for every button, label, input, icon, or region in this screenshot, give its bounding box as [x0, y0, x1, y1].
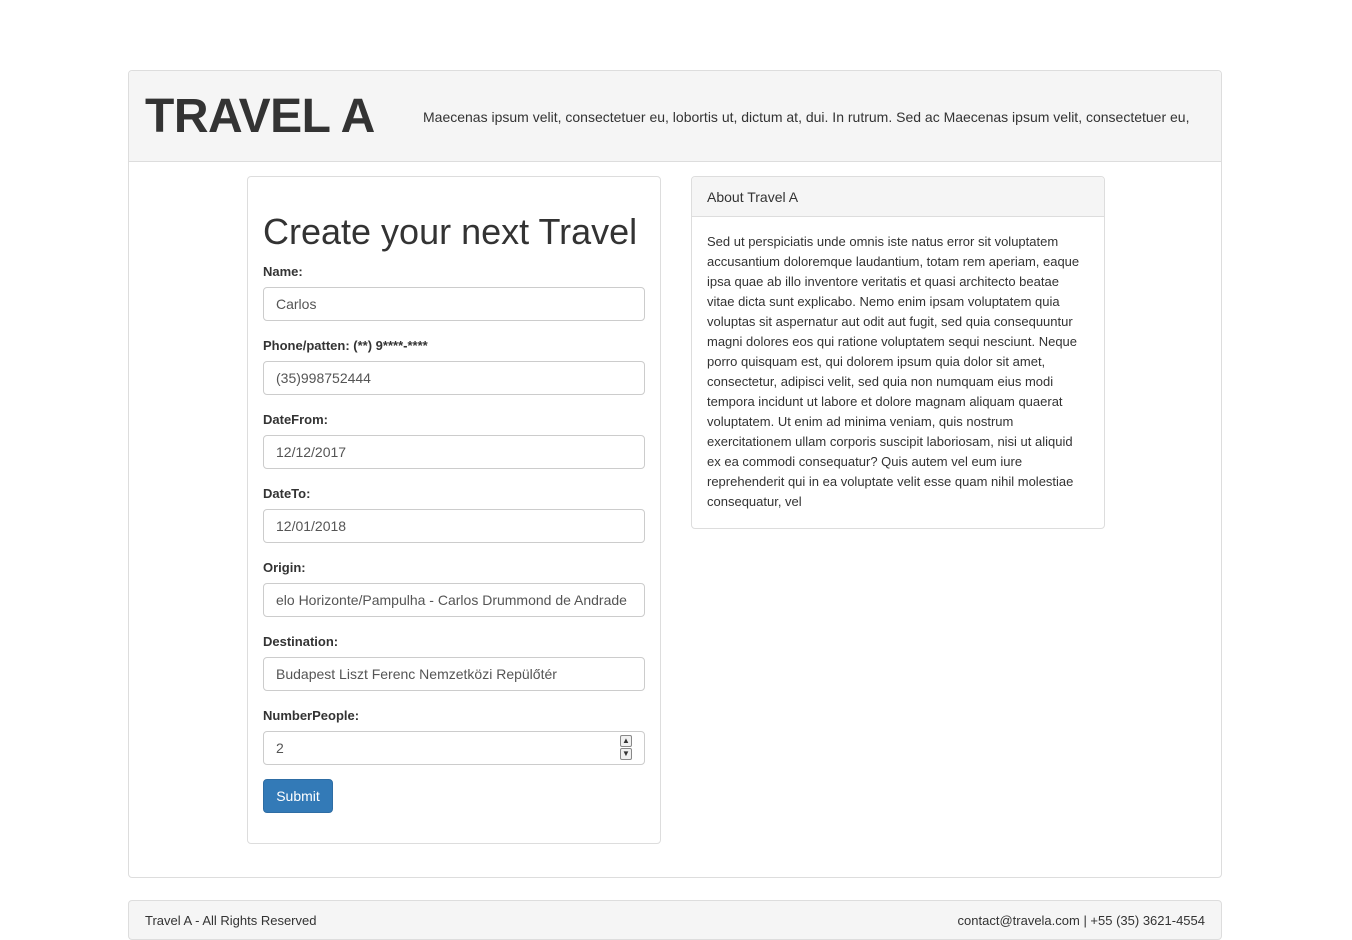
- date-to-label: DateTo:: [263, 486, 311, 501]
- number-people-field-group: NumberPeople: 2 ▲ ▼: [263, 707, 645, 765]
- number-people-value: 2: [276, 740, 284, 756]
- date-to-input[interactable]: 12/01/2018: [263, 509, 645, 543]
- footer-copyright: Travel A - All Rights Reserved: [145, 913, 317, 928]
- name-field-group: Name: Carlos: [263, 263, 645, 321]
- chevron-up-icon[interactable]: ▲: [620, 735, 632, 747]
- chevron-down-icon[interactable]: ▼: [620, 748, 632, 760]
- destination-label: Destination:: [263, 634, 339, 649]
- name-label: Name:: [263, 264, 303, 279]
- date-from-field-group: DateFrom: 12/12/2017: [263, 411, 645, 469]
- destination-field-group: Destination: Budapest Liszt Ferenc Nemze…: [263, 633, 645, 691]
- number-people-label: NumberPeople:: [263, 708, 360, 723]
- number-people-input[interactable]: 2 ▲ ▼: [263, 731, 645, 765]
- about-heading: About Travel A: [692, 177, 1104, 217]
- submit-button[interactable]: Submit: [263, 779, 333, 813]
- origin-input[interactable]: elo Horizonte/Pampulha - Carlos Drummond…: [263, 583, 645, 617]
- name-input[interactable]: Carlos: [263, 287, 645, 321]
- form-title: Create your next Travel: [263, 211, 638, 252]
- origin-label: Origin:: [263, 560, 306, 575]
- date-from-label: DateFrom:: [263, 412, 329, 427]
- number-spinner: ▲ ▼: [620, 735, 632, 761]
- phone-input[interactable]: (35)998752444: [263, 361, 645, 395]
- destination-input[interactable]: Budapest Liszt Ferenc Nemzetközi Repülőt…: [263, 657, 645, 691]
- travel-form-panel: Create your next Travel Name: Carlos Pho…: [247, 176, 661, 844]
- page-header: TRAVEL A Maecenas ipsum velit, consectet…: [129, 71, 1221, 162]
- about-body-text: Sed ut perspiciatis unde omnis iste natu…: [707, 234, 1080, 509]
- about-panel: About Travel A Sed ut perspiciatis unde …: [691, 176, 1105, 529]
- phone-field-group: Phone/patten: (**) 9****-**** (35)998752…: [263, 337, 645, 395]
- date-to-field-group: DateTo: 12/01/2018: [263, 485, 645, 543]
- footer-contact: contact@travela.com | +55 (35) 3621-4554: [957, 913, 1205, 928]
- date-from-input[interactable]: 12/12/2017: [263, 435, 645, 469]
- origin-field-group: Origin: elo Horizonte/Pampulha - Carlos …: [263, 559, 645, 617]
- main-container: TRAVEL A Maecenas ipsum velit, consectet…: [128, 70, 1222, 878]
- brand-title: TRAVEL A: [145, 90, 375, 143]
- phone-label: Phone/patten: (**) 9****-****: [263, 338, 428, 353]
- header-tagline: Maecenas ipsum velit, consectetuer eu, l…: [423, 109, 1193, 125]
- page-footer: Travel A - All Rights Reserved contact@t…: [128, 900, 1222, 940]
